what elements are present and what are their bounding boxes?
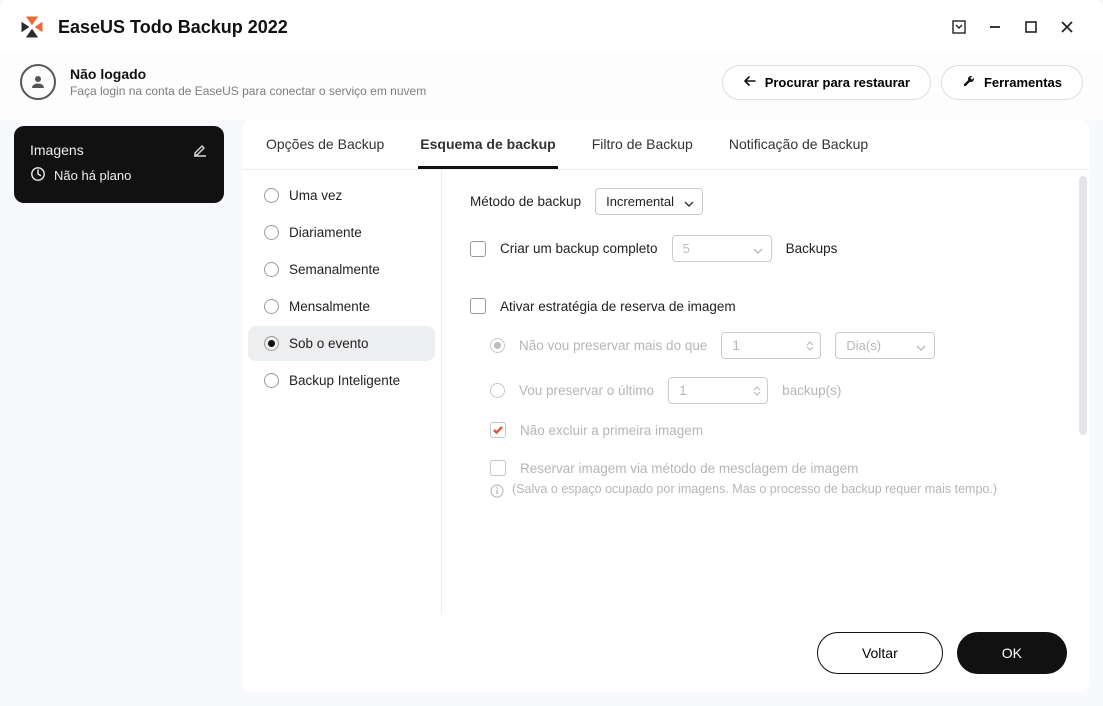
schedule-weekly[interactable]: Semanalmente bbox=[248, 252, 435, 287]
clock-icon bbox=[30, 166, 46, 185]
title-bar: EaseUS Todo Backup 2022 bbox=[0, 0, 1103, 54]
preserve-last-value: 1 bbox=[679, 383, 687, 398]
scrollbar-thumb[interactable] bbox=[1079, 176, 1087, 435]
content-area: Uma vez Diariamente Semanalmente Mensalm… bbox=[242, 170, 1089, 614]
sidebar-plan-label: Não há plano bbox=[54, 168, 131, 183]
restore-button[interactable]: Procurar para restaurar bbox=[722, 65, 931, 100]
tab-backup-notify[interactable]: Notificação de Backup bbox=[727, 120, 870, 169]
backup-method-label: Método de backup bbox=[470, 194, 581, 209]
tab-bar: Opções de Backup Esquema de backup Filtr… bbox=[242, 120, 1089, 170]
enable-strategy-checkbox[interactable] bbox=[470, 298, 486, 314]
preserve-last-suffix: backup(s) bbox=[782, 383, 841, 398]
stepper-arrows-icon bbox=[753, 380, 761, 401]
account-block: Não logado Faça login na conta de EaseUS… bbox=[70, 66, 426, 98]
main-area: Imagens Não há plano Opções de Backup Es… bbox=[0, 120, 1103, 706]
info-note-text: (Salva o espaço ocupado por imagens. Mas… bbox=[512, 482, 997, 496]
schedule-label: Backup Inteligente bbox=[289, 373, 400, 388]
stepper-arrows-icon bbox=[806, 335, 814, 356]
preserve-last-radio[interactable] bbox=[490, 383, 505, 398]
schedule-list: Uma vez Diariamente Semanalmente Mensalm… bbox=[242, 170, 442, 614]
preserve-unit-select[interactable]: Dia(s) bbox=[835, 332, 935, 359]
tools-label: Ferramentas bbox=[984, 75, 1062, 90]
reserve-merge-label: Reservar imagem via método de mesclagem … bbox=[520, 461, 858, 476]
radio-icon bbox=[264, 225, 279, 240]
scrollbar[interactable] bbox=[1079, 176, 1087, 608]
no-delete-first-label: Não excluir a primeira imagem bbox=[520, 423, 703, 438]
preserve-not-more-radio[interactable] bbox=[490, 338, 505, 353]
tab-backup-scheme[interactable]: Esquema de backup bbox=[418, 120, 557, 169]
edit-icon[interactable] bbox=[192, 142, 208, 158]
header-bar: Não logado Faça login na conta de EaseUS… bbox=[0, 54, 1103, 120]
account-hint: Faça login na conta de EaseUS para conec… bbox=[70, 84, 426, 98]
radio-icon bbox=[264, 188, 279, 203]
sidebar-card[interactable]: Imagens Não há plano bbox=[14, 126, 224, 203]
radio-icon bbox=[264, 336, 279, 351]
preserve-not-more-label: Não vou preservar mais do que bbox=[519, 338, 707, 353]
maximize-window-icon[interactable] bbox=[1013, 9, 1049, 45]
tools-button[interactable]: Ferramentas bbox=[941, 65, 1083, 100]
preserve-count-value: 1 bbox=[732, 338, 740, 353]
info-icon bbox=[490, 484, 504, 498]
sidebar-card-title: Imagens bbox=[30, 142, 84, 158]
chevron-down-icon bbox=[684, 197, 694, 207]
scheme-settings: Método de backup Incremental Criar um ba… bbox=[442, 170, 1089, 614]
schedule-once[interactable]: Uma vez bbox=[248, 178, 435, 213]
wrench-icon bbox=[962, 74, 976, 91]
schedule-label: Sob o evento bbox=[289, 336, 369, 351]
restore-arrow-icon bbox=[743, 74, 757, 91]
restore-label: Procurar para restaurar bbox=[765, 75, 910, 90]
schedule-smart[interactable]: Backup Inteligente bbox=[248, 363, 435, 398]
full-backup-label: Criar um backup completo bbox=[500, 241, 658, 256]
backup-method-value: Incremental bbox=[606, 194, 674, 209]
app-window: EaseUS Todo Backup 2022 Não logado Faça … bbox=[0, 0, 1103, 706]
schedule-daily[interactable]: Diariamente bbox=[248, 215, 435, 250]
tab-backup-filter[interactable]: Filtro de Backup bbox=[590, 120, 695, 169]
settings-panel: Opções de Backup Esquema de backup Filtr… bbox=[242, 120, 1089, 692]
preserve-count-stepper[interactable]: 1 bbox=[721, 332, 821, 359]
radio-icon bbox=[264, 299, 279, 314]
radio-icon bbox=[264, 262, 279, 277]
schedule-label: Uma vez bbox=[289, 188, 342, 203]
full-backup-checkbox[interactable] bbox=[470, 241, 486, 257]
preserve-last-label: Vou preservar o último bbox=[519, 383, 654, 398]
no-delete-first-checkbox[interactable] bbox=[490, 422, 506, 438]
enable-strategy-label: Ativar estratégia de reserva de imagem bbox=[500, 299, 736, 314]
schedule-monthly[interactable]: Mensalmente bbox=[248, 289, 435, 324]
sidebar: Imagens Não há plano bbox=[14, 120, 224, 692]
backups-suffix: Backups bbox=[786, 241, 838, 256]
chevron-down-icon bbox=[753, 244, 763, 254]
dropdown-window-icon[interactable] bbox=[941, 9, 977, 45]
footer: Voltar OK bbox=[242, 614, 1089, 692]
app-title: EaseUS Todo Backup 2022 bbox=[58, 17, 288, 38]
schedule-event[interactable]: Sob o evento bbox=[248, 326, 435, 361]
tab-backup-options[interactable]: Opções de Backup bbox=[264, 120, 386, 169]
schedule-label: Mensalmente bbox=[289, 299, 370, 314]
avatar-icon[interactable] bbox=[20, 64, 56, 100]
preserve-last-stepper[interactable]: 1 bbox=[668, 377, 768, 404]
info-note-row: (Salva o espaço ocupado por imagens. Mas… bbox=[490, 482, 1067, 498]
reserve-merge-checkbox[interactable] bbox=[490, 460, 506, 476]
account-status: Não logado bbox=[70, 66, 426, 82]
back-button[interactable]: Voltar bbox=[817, 632, 943, 674]
backup-method-select[interactable]: Incremental bbox=[595, 188, 703, 215]
full-backup-count-value: 5 bbox=[683, 241, 690, 256]
radio-icon bbox=[264, 373, 279, 388]
schedule-label: Semanalmente bbox=[289, 262, 380, 277]
app-logo-icon bbox=[18, 13, 46, 41]
schedule-label: Diariamente bbox=[289, 225, 362, 240]
minimize-window-icon[interactable] bbox=[977, 9, 1013, 45]
close-window-icon[interactable] bbox=[1049, 9, 1085, 45]
ok-button[interactable]: OK bbox=[957, 632, 1067, 674]
preserve-unit-value: Dia(s) bbox=[846, 338, 881, 353]
chevron-down-icon bbox=[916, 341, 926, 351]
full-backup-count-select[interactable]: 5 bbox=[672, 235, 772, 262]
